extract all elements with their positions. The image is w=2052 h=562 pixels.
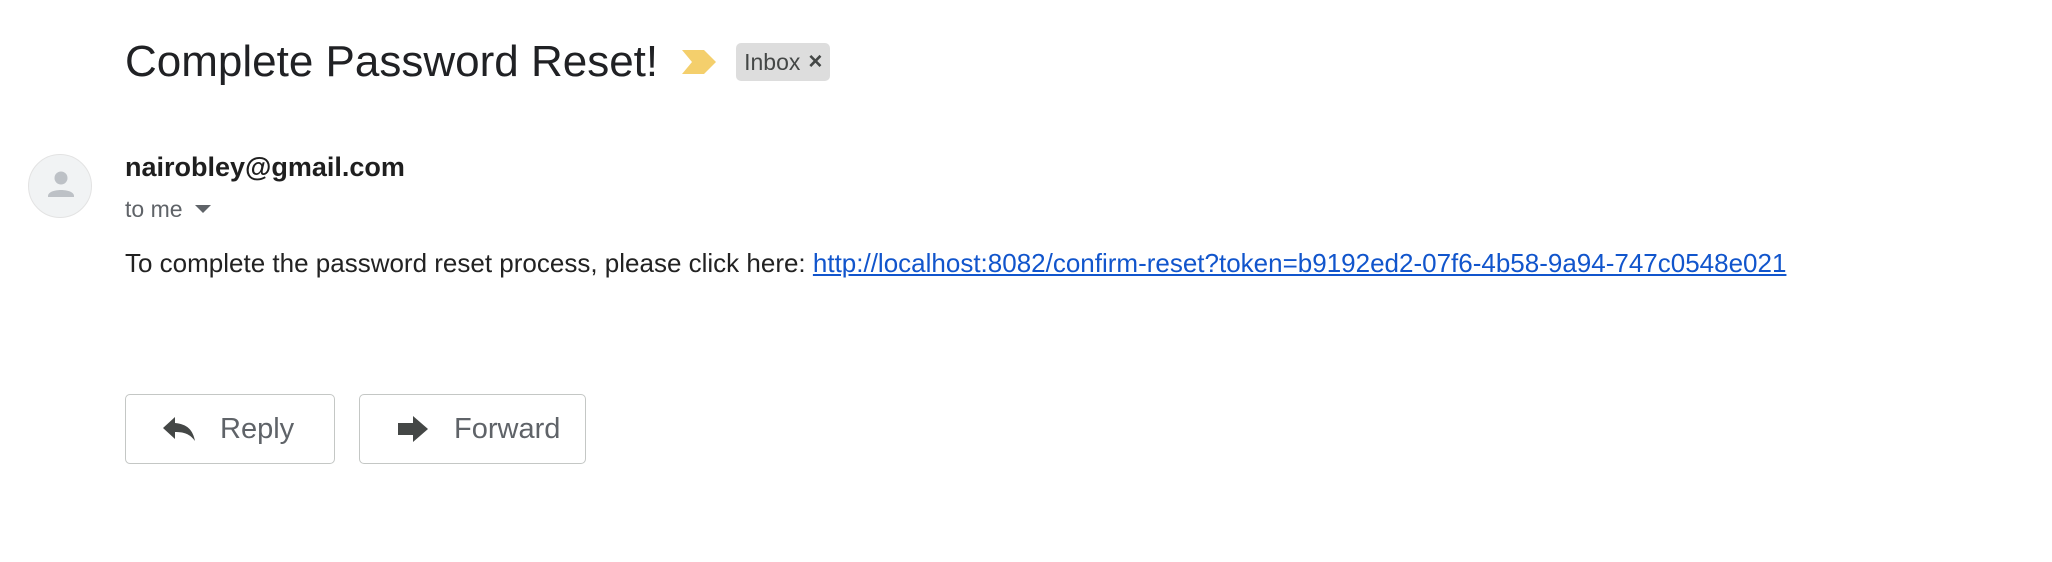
importance-marker-icon[interactable] — [682, 50, 717, 74]
label-chip-text: Inbox — [744, 48, 801, 75]
reply-button[interactable]: Reply — [125, 394, 335, 464]
email-subject: Complete Password Reset! — [125, 37, 659, 86]
body-text: To complete the password reset process, … — [125, 248, 813, 278]
sender-avatar[interactable] — [28, 154, 92, 218]
close-icon[interactable]: × — [808, 50, 822, 74]
reply-label: Reply — [220, 412, 295, 445]
email-body: To complete the password reset process, … — [125, 248, 1786, 279]
person-icon — [48, 171, 74, 197]
confirm-reset-link[interactable]: http://localhost:8082/confirm-reset?toke… — [813, 248, 1787, 278]
subject-row: Complete Password Reset! Inbox × — [125, 30, 831, 94]
recipient-details-toggle[interactable]: to me — [125, 194, 211, 224]
forward-label: Forward — [454, 412, 561, 445]
sender-email[interactable]: nairobley@gmail.com — [125, 152, 405, 183]
reply-icon — [162, 414, 196, 444]
recipient-text: to me — [125, 195, 183, 222]
forward-icon — [396, 414, 430, 444]
label-chip-inbox: Inbox × — [736, 43, 831, 81]
forward-button[interactable]: Forward — [359, 394, 586, 464]
chevron-down-icon[interactable] — [194, 205, 211, 213]
message-actions: Reply Forward — [125, 394, 610, 464]
